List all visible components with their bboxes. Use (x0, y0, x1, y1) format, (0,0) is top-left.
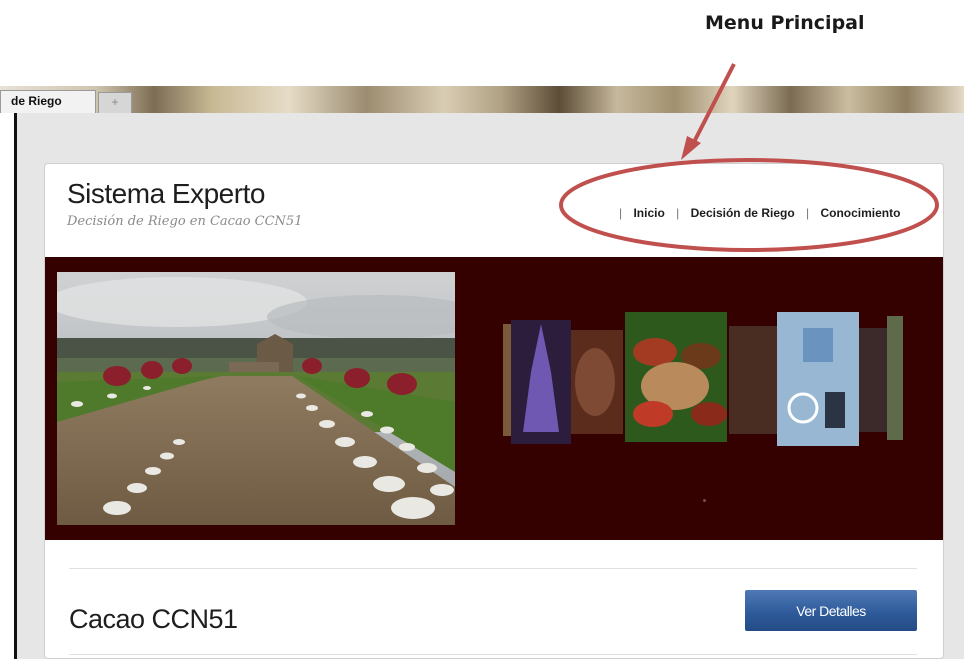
field-photo (57, 272, 455, 525)
main-nav: | Inicio | Decisión de Riego | Conocimie… (611, 206, 900, 220)
divider (69, 568, 917, 569)
site-subtitle: Decisión de Riego en Cacao CCN51 (67, 214, 303, 229)
nav-separator: | (806, 206, 810, 220)
nav-item-decision-de-riego[interactable]: Decisión de Riego (691, 206, 795, 220)
site-card: Sistema Experto Decisión de Riego en Cac… (44, 163, 944, 659)
plus-icon: + (111, 95, 119, 109)
new-tab-button[interactable]: + (98, 92, 132, 113)
image-collage (503, 312, 923, 452)
site-title: Sistema Experto (67, 178, 265, 209)
browser-tab-label: de Riego (11, 94, 62, 108)
nav-separator: | (676, 206, 680, 220)
details-button[interactable]: Ver Detalles (745, 590, 917, 631)
product-title: Cacao CCN51 (69, 604, 238, 634)
divider (69, 654, 917, 655)
banner-slideshow (45, 257, 943, 540)
browser-tab[interactable]: de Riego (0, 90, 96, 113)
annotation-label: Menu Principal (705, 12, 865, 34)
slide-indicator-dot[interactable] (703, 499, 706, 502)
nav-item-conocimiento[interactable]: Conocimiento (820, 206, 900, 220)
browser-tab-strip: de Riego + (0, 86, 964, 113)
nav-item-inicio[interactable]: Inicio (633, 206, 664, 220)
nav-separator: | (619, 206, 623, 220)
